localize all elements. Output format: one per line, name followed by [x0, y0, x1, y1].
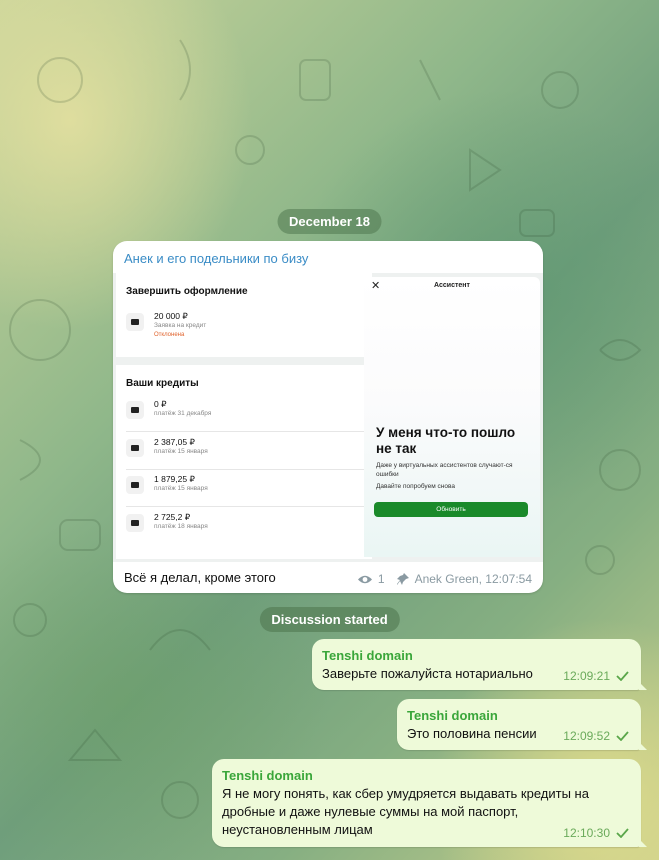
row-sub: платёж 15 января [154, 485, 208, 492]
message-text: Заверьте пожалуйста нотариально [322, 666, 533, 681]
message-bubble[interactable]: Tenshi domain Я не могу понять, как сбер… [212, 759, 647, 847]
post-footer: Всё я делал, кроме этого 1 Anek Green, 1… [113, 562, 543, 593]
row-amount: 20 000 ₽ [154, 311, 188, 321]
assistant-sheet: ✕ Ассистент У меня что-то пошло не так Д… [364, 277, 540, 557]
message-author[interactable]: Tenshi domain [322, 648, 413, 663]
channel-post[interactable]: Анек и его подельники по бизу Завершить … [113, 241, 543, 593]
eye-icon [357, 575, 372, 583]
message-bubble[interactable]: Tenshi domain Заверьте пожалуйста нотари… [312, 639, 647, 690]
row-status: Отклонена [154, 332, 185, 338]
check-icon [616, 731, 629, 741]
row-sub: платёж 15 января [154, 448, 208, 455]
row-amount: 1 879,25 ₽ [154, 474, 195, 484]
discussion-started: Discussion started [259, 607, 400, 632]
wallet-icon [126, 514, 144, 532]
message-meta: 12:10:30 [563, 826, 629, 840]
wallet-icon [126, 439, 144, 457]
post-meta: 1 Anek Green, 12:07:54 [357, 572, 532, 586]
credits-title: Ваши кредиты [126, 378, 199, 389]
assistant-desc: Даже у виртуальных ассистентов случают-с… [376, 462, 513, 478]
message-author[interactable]: Tenshi domain [222, 768, 313, 783]
message-text: Это половина пенсии [407, 726, 537, 741]
finish-title: Завершить оформление [126, 286, 248, 297]
wallet-icon [126, 313, 144, 331]
refresh-button: Обновить [374, 502, 528, 517]
credit-row: 0 ₽ платёж 31 декабря [126, 395, 366, 432]
wallet-icon [126, 476, 144, 494]
post-screenshot[interactable]: Завершить оформление 20 000 ₽ Заявка на … [113, 273, 543, 562]
row-amount: 2 725,2 ₽ [154, 512, 191, 522]
bubble-tail [639, 742, 647, 750]
assistant-headline: У меня что-то пошло не так [376, 425, 516, 456]
message-time: 12:09:52 [563, 729, 610, 743]
date-separator: December 18 [277, 209, 382, 234]
message-text: Я не могу понять, как сбер умудряется вы… [222, 786, 589, 837]
check-icon [616, 828, 629, 838]
message-meta: 12:09:52 [563, 729, 629, 743]
assistant-title: Ассистент [434, 282, 470, 289]
credit-row: 1 879,25 ₽ платёж 15 января [126, 470, 366, 507]
message-time: 12:10:30 [563, 826, 610, 840]
bubble-tail [639, 839, 647, 847]
credit-row: 2 725,2 ₽ платёж 18 января [126, 508, 366, 544]
post-caption: Всё я делал, кроме этого [124, 570, 276, 585]
credit-row: 2 387,05 ₽ платёж 15 января [126, 433, 366, 470]
views-count: 1 [377, 572, 385, 586]
check-icon [616, 671, 629, 681]
row-amount: 0 ₽ [154, 399, 167, 409]
bubble-tail [639, 682, 647, 690]
message-author[interactable]: Tenshi domain [407, 708, 498, 723]
row-amount: 2 387,05 ₽ [154, 437, 195, 447]
pending-row: 20 000 ₽ Заявка на кредит Отклонена [126, 307, 366, 343]
message-time: 12:09:21 [563, 669, 610, 683]
pin-icon [396, 573, 409, 585]
credits-panel: Ваши кредиты 0 ₽ платёж 31 декабря 2 387… [116, 365, 372, 559]
channel-name[interactable]: Анек и его подельники по бизу [124, 251, 308, 266]
post-author-time: Anek Green, 12:07:54 [414, 572, 532, 586]
message-meta: 12:09:21 [563, 669, 629, 683]
message-bubble[interactable]: Tenshi domain Это половина пенсии 12:09:… [397, 699, 647, 750]
finish-panel: Завершить оформление 20 000 ₽ Заявка на … [116, 273, 372, 357]
assistant-desc2: Давайте попробуем снова [376, 483, 455, 490]
row-sub: платёж 31 декабря [154, 410, 212, 417]
row-sub: Заявка на кредит [154, 322, 207, 329]
row-sub: платёж 18 января [154, 523, 208, 530]
wallet-icon [126, 401, 144, 419]
